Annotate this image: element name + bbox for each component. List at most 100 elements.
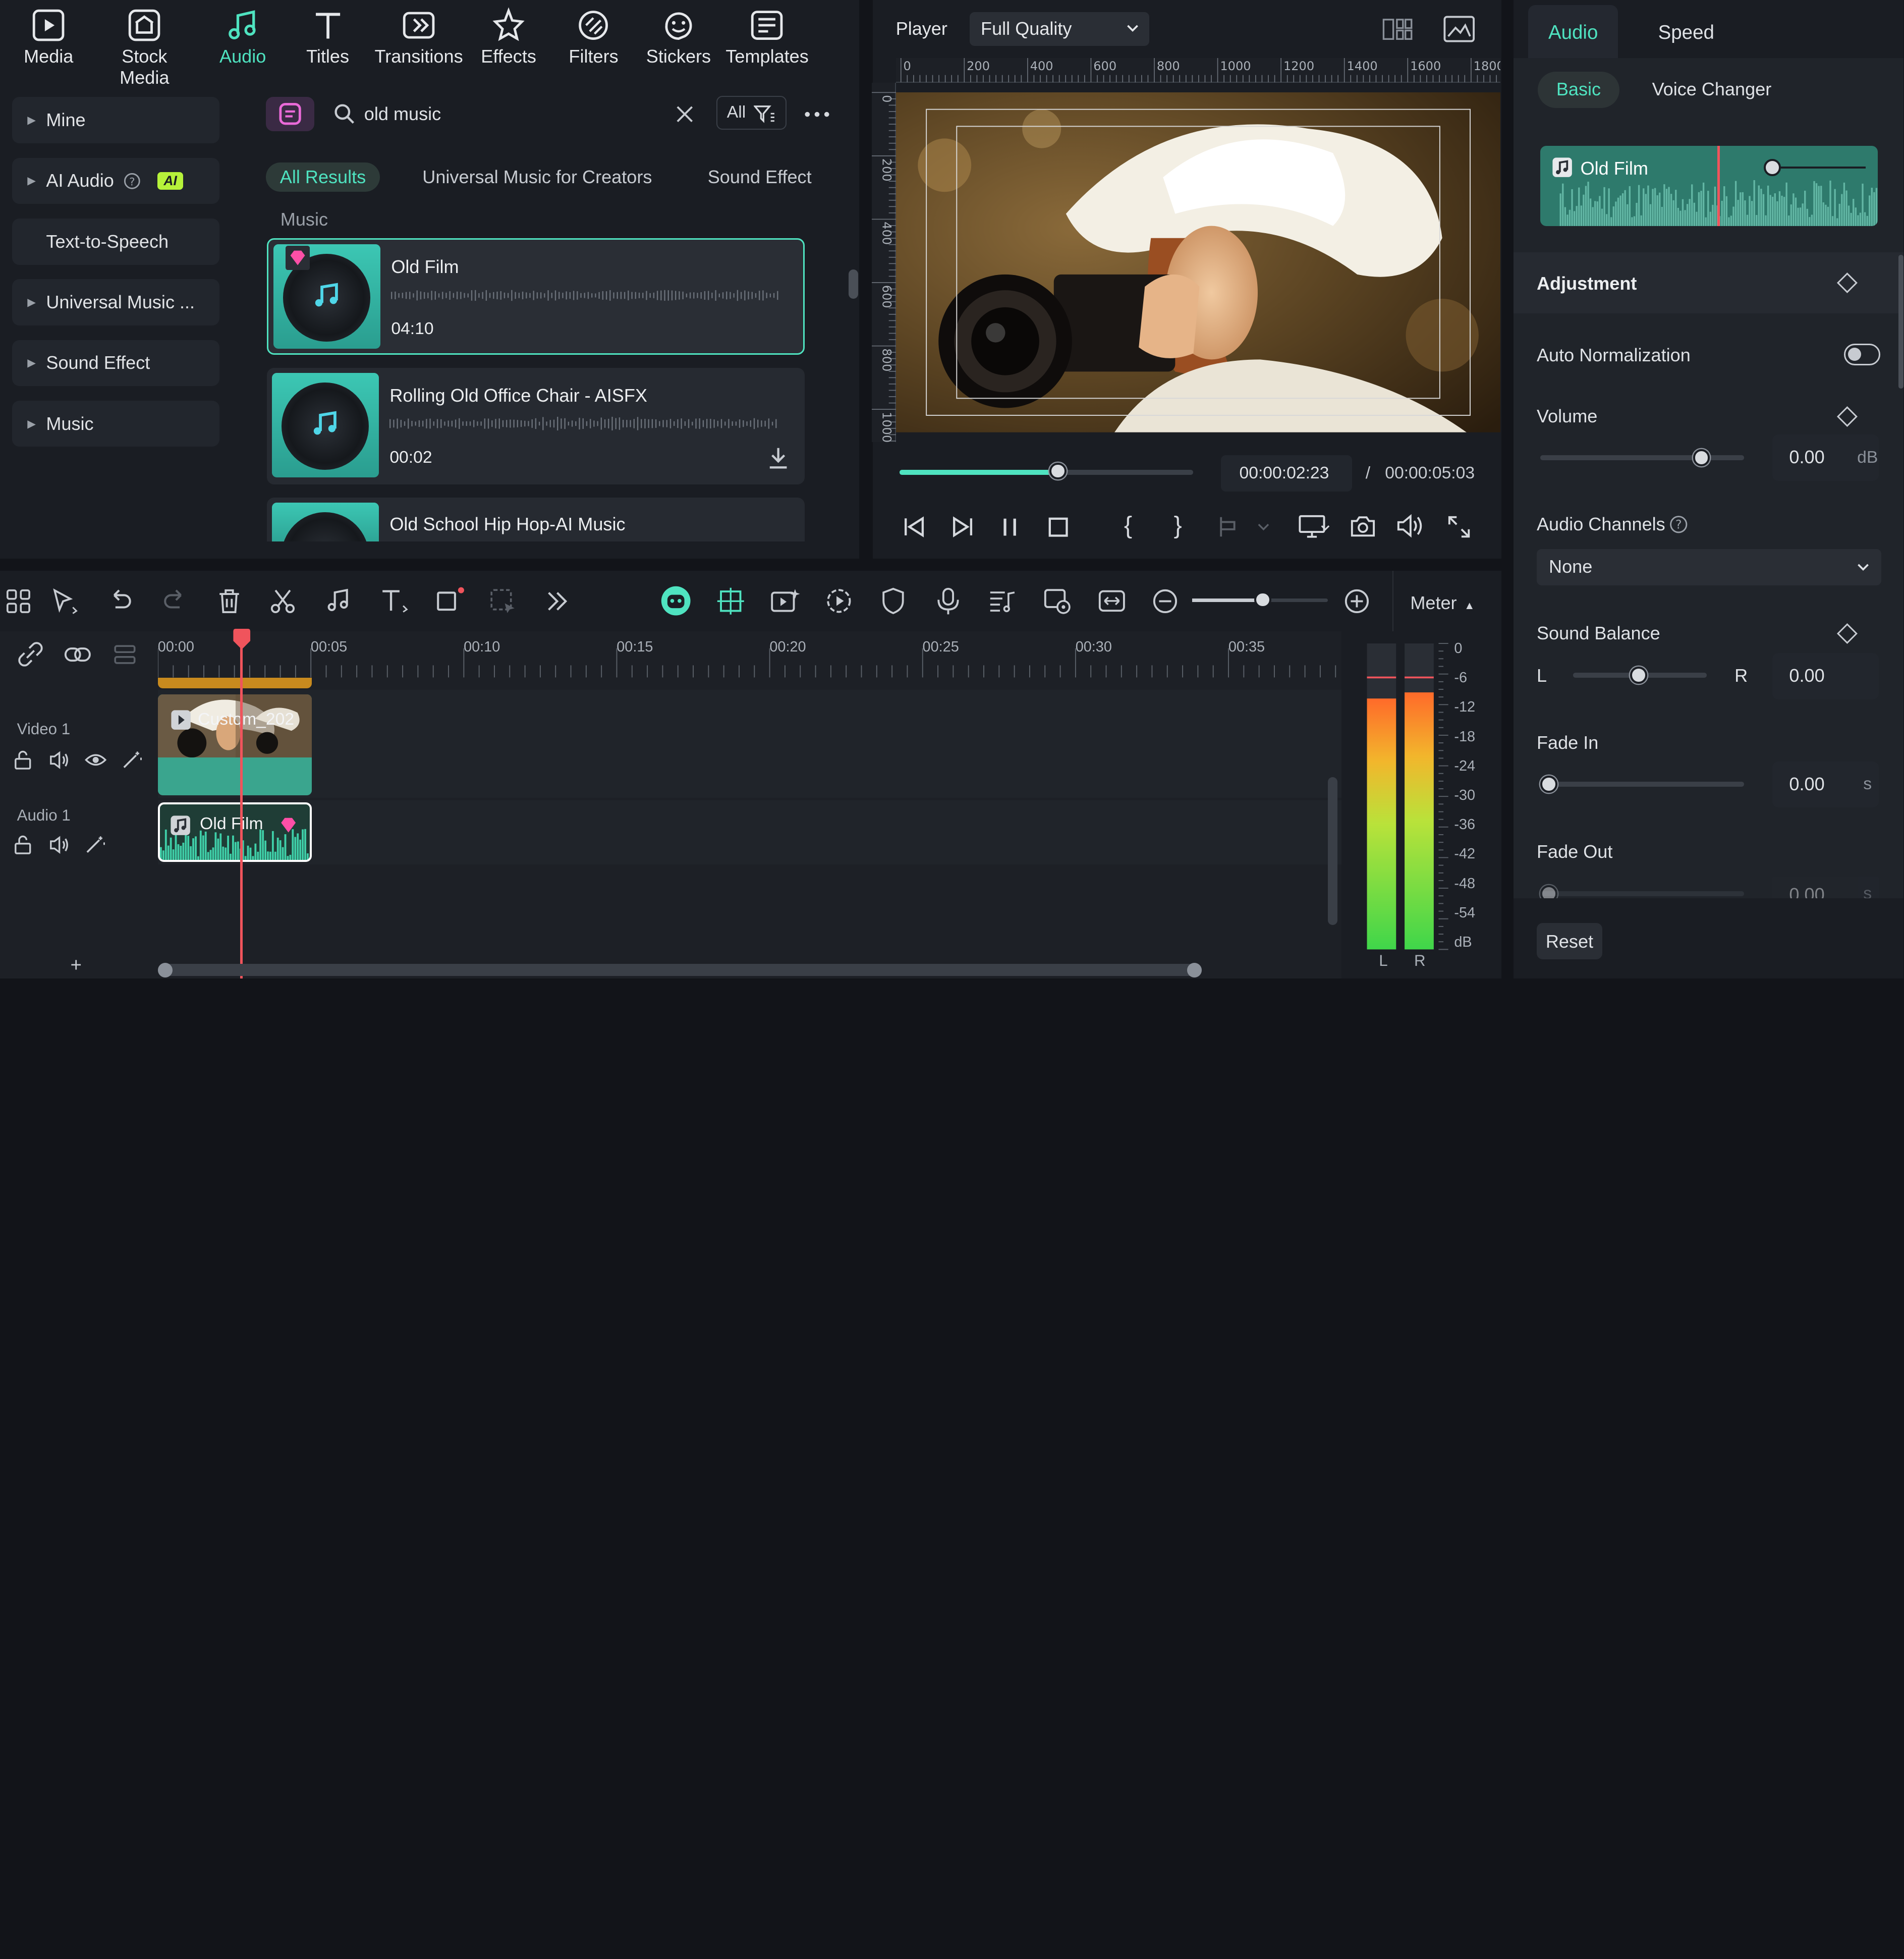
previous-frame-icon[interactable]	[902, 515, 926, 539]
ai-selection-icon[interactable]	[488, 586, 520, 616]
results-scrollbar[interactable]	[848, 269, 859, 299]
layout-grid-icon[interactable]	[5, 588, 32, 615]
zoom-in-icon[interactable]	[1343, 588, 1370, 615]
audio-clip[interactable]: Old Film	[157, 802, 312, 862]
preview-render-icon[interactable]	[1043, 586, 1072, 616]
fade-out-knob[interactable]	[1540, 885, 1557, 899]
tab-sound-effect[interactable]: Sound Effect	[708, 167, 812, 188]
result-card[interactable]: Rolling Old Office Chair - AISFX 00:02	[267, 368, 805, 484]
pause-icon[interactable]	[999, 516, 1021, 538]
music-list-icon[interactable]	[988, 586, 1017, 616]
insert-options-icon[interactable]	[1217, 515, 1271, 539]
subtab-voice-changer[interactable]: Voice Changer	[1652, 79, 1772, 100]
filter-button[interactable]: All	[716, 96, 787, 130]
playhead[interactable]	[240, 631, 243, 979]
timeline-vertical-scrollbar[interactable]	[1328, 777, 1338, 926]
playback-progress[interactable]	[899, 462, 1194, 480]
speaker-icon[interactable]	[48, 835, 70, 854]
volume-icon[interactable]	[1396, 514, 1425, 538]
next-frame-icon[interactable]	[950, 515, 975, 539]
sidebar-item-music[interactable]: ▶ Music	[12, 400, 220, 447]
more-tools-icon[interactable]	[544, 588, 571, 615]
sound-balance-input[interactable]: 0.00	[1772, 653, 1879, 699]
delete-icon[interactable]	[216, 588, 243, 615]
fullscreen-icon[interactable]	[1447, 515, 1471, 539]
magic-wand-icon[interactable]	[85, 835, 106, 854]
tab-speed[interactable]: Speed	[1658, 22, 1714, 44]
sidebar-item-ai-audio[interactable]: ▶ AI Audio ? AI	[12, 157, 220, 204]
lock-icon[interactable]	[13, 750, 32, 770]
undo-icon[interactable]	[107, 588, 134, 615]
help-icon[interactable]: ?	[1669, 515, 1688, 534]
reset-button[interactable]: Reset	[1536, 922, 1602, 959]
speed-ramp-icon[interactable]	[824, 586, 854, 616]
crop-tool-icon[interactable]	[434, 585, 466, 615]
ai-video-icon[interactable]	[768, 585, 802, 617]
audio-channels-dropdown[interactable]: None	[1536, 549, 1882, 585]
sidebar-item-text-to-speech[interactable]: Text-to-Speech	[12, 219, 220, 265]
toolbar-titles[interactable]: Titles	[281, 7, 375, 80]
properties-scrollbar[interactable]	[1898, 255, 1903, 389]
toolbar-audio[interactable]: Audio	[195, 7, 290, 80]
fade-out-slider[interactable]	[1540, 891, 1745, 896]
unlink-icon[interactable]	[17, 641, 44, 668]
help-icon[interactable]: ?	[124, 173, 141, 190]
toolbar-transitions[interactable]: Transitions	[371, 7, 466, 80]
tab-all-results[interactable]: All Results	[265, 162, 380, 192]
toolbar-media[interactable]: Media	[1, 7, 96, 80]
ai-copilot-icon[interactable]	[659, 584, 693, 618]
toolbar-stock-media[interactable]: Stock Media	[97, 7, 192, 88]
mark-in-icon[interactable]: {	[1124, 511, 1132, 539]
sound-balance-knob[interactable]	[1630, 666, 1647, 684]
tab-universal-music[interactable]: Universal Music for Creators	[422, 167, 652, 188]
ai-search-button[interactable]	[265, 97, 315, 131]
mark-out-icon[interactable]: }	[1174, 511, 1182, 539]
image-view-icon[interactable]	[1443, 16, 1475, 42]
snap-magnet-icon[interactable]	[715, 585, 747, 617]
toolbar-templates[interactable]: Templates	[720, 7, 815, 80]
playhead-handle[interactable]	[232, 629, 251, 650]
search-input[interactable]	[364, 99, 656, 129]
magic-wand-icon[interactable]	[122, 750, 143, 770]
volume-slider[interactable]	[1540, 455, 1745, 460]
speaker-icon[interactable]	[48, 750, 70, 770]
clip-volume-slider[interactable]	[1778, 166, 1866, 169]
snapshot-icon[interactable]	[1350, 514, 1376, 538]
meter-toggle[interactable]: Meter ▲	[1392, 570, 1502, 632]
fit-timeline-icon[interactable]	[1097, 586, 1127, 616]
sidebar-item-universal-music[interactable]: ▶ Universal Music ...	[12, 279, 220, 325]
toolbar-stickers[interactable]: Stickers	[631, 7, 726, 80]
tab-audio[interactable]: Audio	[1528, 5, 1618, 59]
lock-icon[interactable]	[13, 835, 32, 855]
clip-volume-knob[interactable]	[1763, 159, 1781, 176]
shield-icon[interactable]	[880, 586, 907, 616]
display-settings-icon[interactable]	[1299, 514, 1330, 540]
fade-in-slider[interactable]	[1540, 782, 1745, 787]
microphone-icon[interactable]	[935, 586, 962, 616]
volume-slider-knob[interactable]	[1693, 449, 1710, 466]
video-clip[interactable]: Custom_202	[157, 694, 312, 795]
text-tool-icon[interactable]	[379, 586, 411, 616]
redo-icon[interactable]	[161, 588, 188, 615]
result-card[interactable]: Old Film 04:10	[267, 238, 805, 355]
split-scissors-icon[interactable]	[269, 588, 296, 615]
result-card[interactable]: Old School Hip Hop-AI Music	[267, 498, 805, 542]
quality-dropdown[interactable]: Full Quality	[970, 12, 1150, 46]
select-tool-icon[interactable]	[51, 588, 80, 615]
auto-normalization-toggle[interactable]	[1843, 343, 1880, 366]
grid-view-icon[interactable]	[1382, 17, 1414, 41]
toolbar-filters[interactable]: Filters	[546, 7, 641, 80]
clear-search-icon[interactable]	[675, 104, 694, 124]
download-icon[interactable]	[767, 446, 789, 470]
timeline-zoom-slider[interactable]	[1192, 591, 1328, 609]
fade-in-knob[interactable]	[1540, 776, 1557, 793]
eye-icon[interactable]	[85, 751, 107, 769]
toolbar-effects[interactable]: Effects	[461, 7, 556, 80]
zoom-out-icon[interactable]	[1152, 588, 1179, 615]
sidebar-item-mine[interactable]: ▶ Mine	[12, 97, 220, 143]
link-clips-icon[interactable]	[63, 642, 92, 667]
track-manager-icon[interactable]	[111, 642, 138, 667]
current-time[interactable]: 00:00:02:23	[1221, 455, 1353, 492]
more-options-icon[interactable]	[804, 110, 830, 119]
audio-edit-icon[interactable]	[324, 586, 353, 616]
